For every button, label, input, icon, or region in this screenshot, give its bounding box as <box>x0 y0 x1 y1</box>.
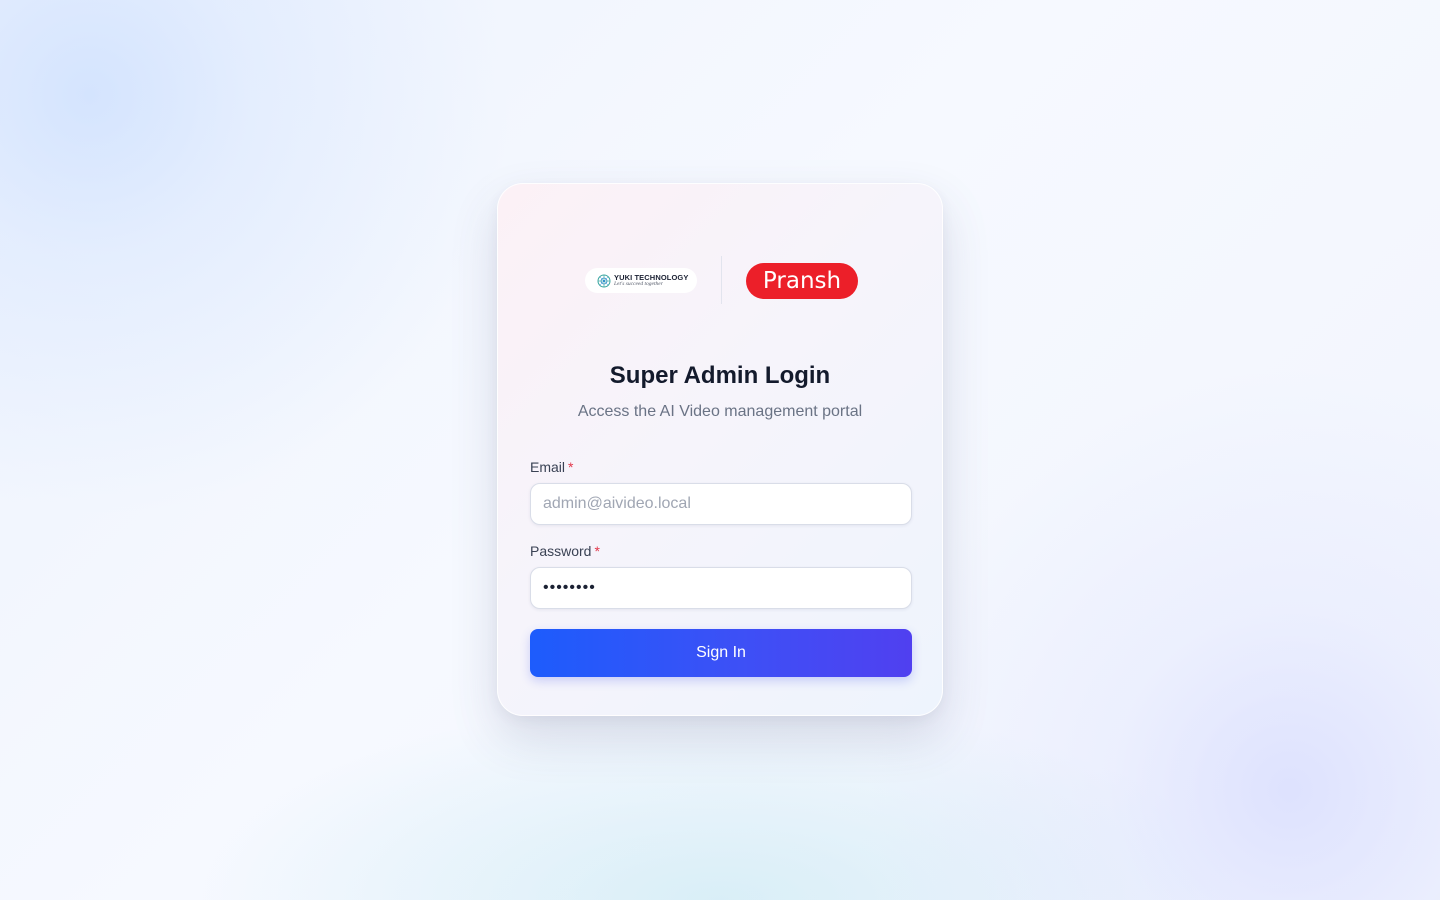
required-marker: * <box>594 543 600 559</box>
logo-divider <box>721 256 722 304</box>
pransh-logo: Pransh <box>746 263 858 299</box>
password-label: Password * <box>530 543 600 559</box>
globe-network-icon <box>597 274 611 287</box>
login-card: YUKI TECHNOLOGY Let's succeed together P… <box>497 183 943 716</box>
email-label: Email * <box>530 459 573 475</box>
password-label-text: Password <box>530 543 592 559</box>
yuki-name: YUKI TECHNOLOGY <box>614 272 689 282</box>
page-title: Super Admin Login <box>609 362 831 389</box>
password-field[interactable] <box>530 567 912 609</box>
brand-logos: YUKI TECHNOLOGY Let's succeed together P… <box>498 246 942 304</box>
yuki-tagline: Let's succeed together <box>614 281 663 287</box>
page-subtitle: Access the AI Video management portal <box>577 403 863 420</box>
yuki-technology-logo: YUKI TECHNOLOGY Let's succeed together <box>585 268 697 293</box>
email-label-text: Email <box>530 459 566 475</box>
email-field[interactable] <box>530 483 912 525</box>
sign-in-button[interactable]: Sign In <box>530 629 912 677</box>
yuki-wordmark: YUKI TECHNOLOGY Let's succeed together <box>614 272 689 288</box>
required-marker: * <box>568 459 574 475</box>
